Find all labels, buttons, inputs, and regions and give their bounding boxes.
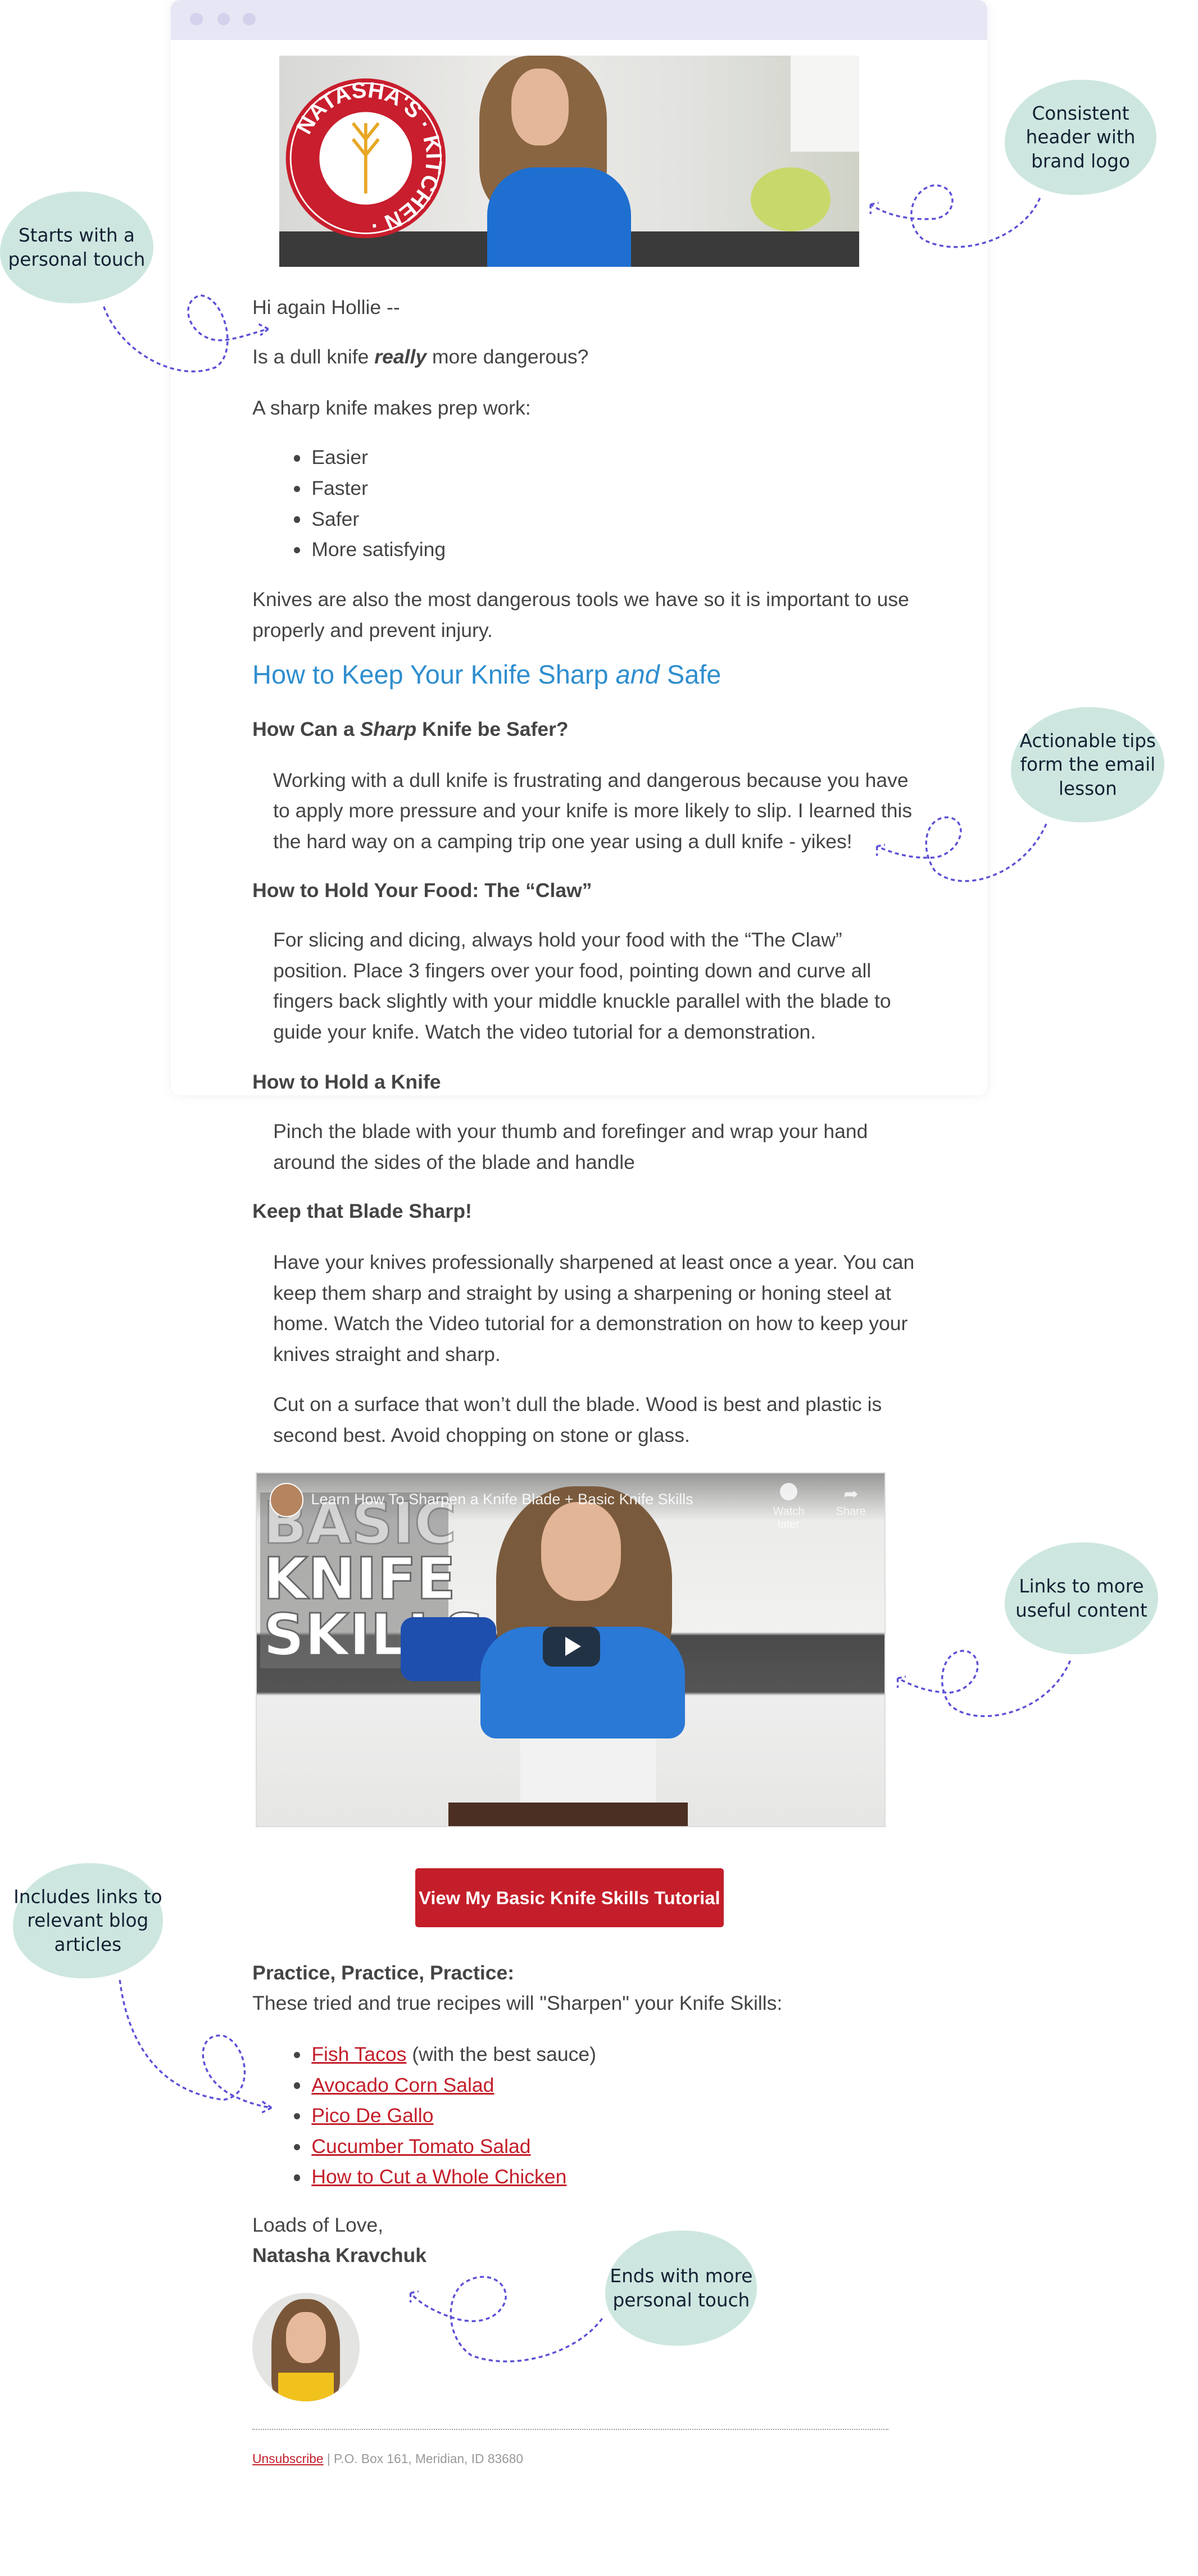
annotation-arrows — [103, 184, 1072, 2363]
curly-arrow-icon — [875, 816, 1047, 882]
curly-arrow-icon — [119, 1979, 273, 2114]
curly-arrow-icon — [896, 1650, 1072, 1717]
curly-arrow-icon — [869, 184, 1041, 248]
curly-arrow-icon — [409, 2275, 603, 2363]
curly-arrow-icon — [103, 294, 269, 372]
